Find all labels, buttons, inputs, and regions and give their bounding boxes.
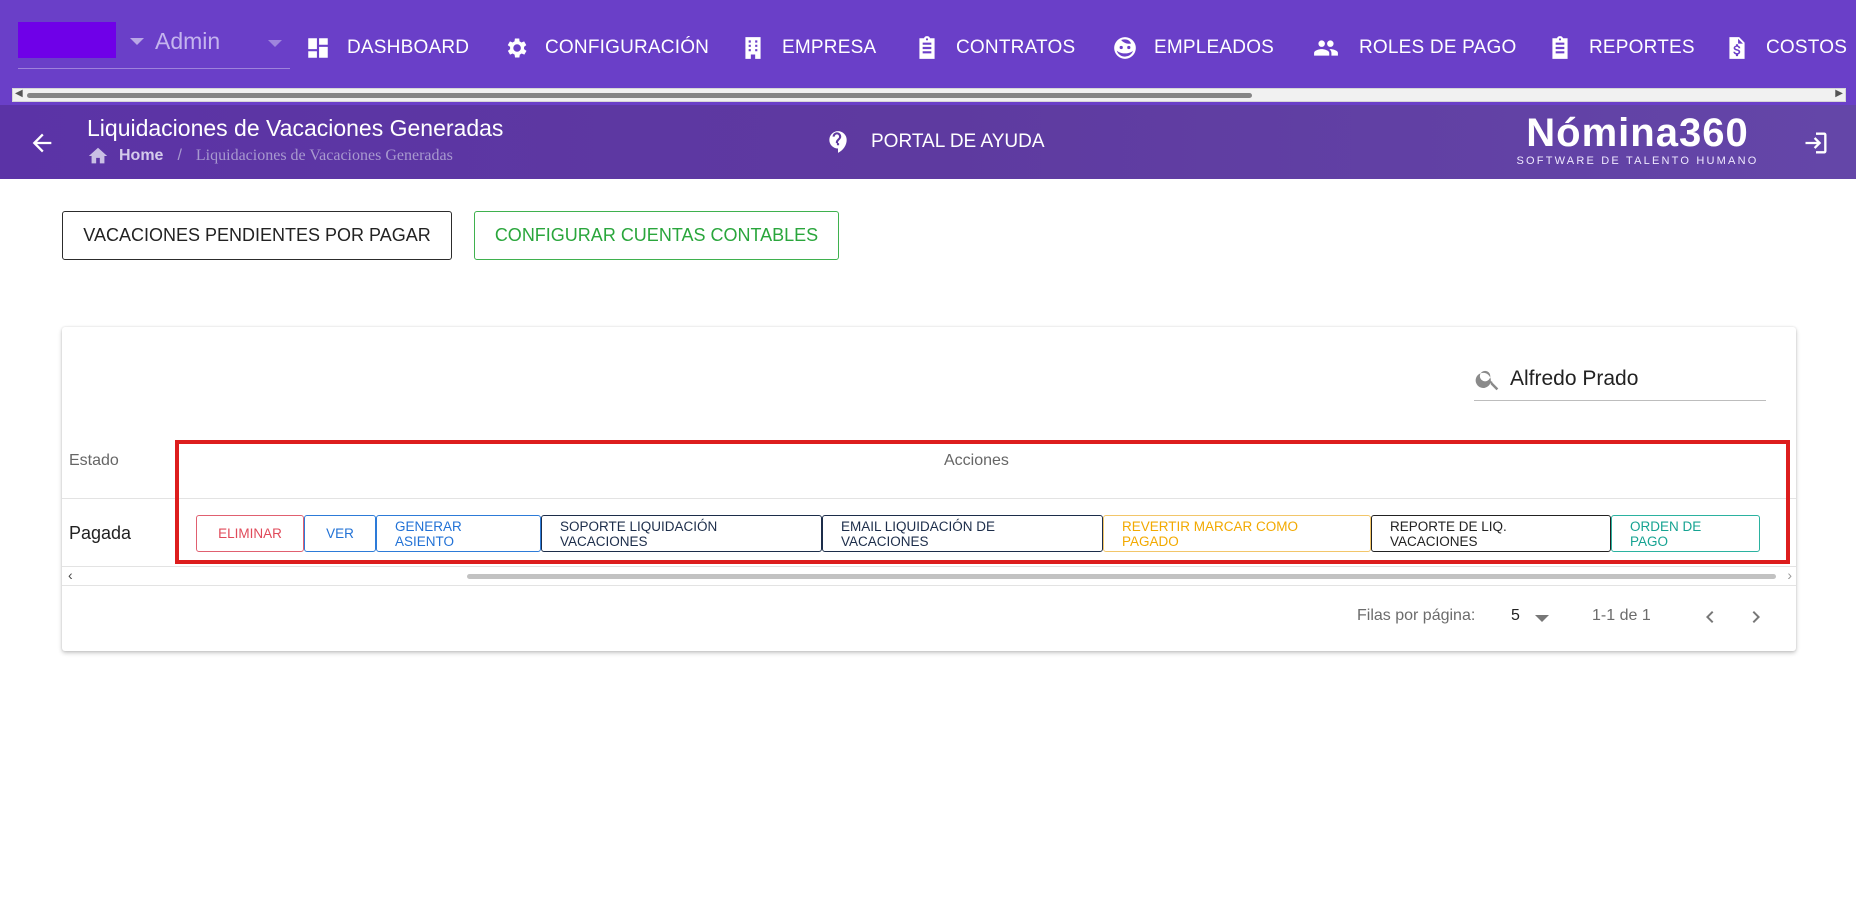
nav-empleados[interactable]: EMPLEADOS — [1112, 30, 1274, 66]
nav-label: DASHBOARD — [347, 37, 470, 58]
scroll-right-icon[interactable]: › — [1787, 567, 1792, 583]
people-icon — [1314, 40, 1338, 56]
nav-label: EMPLEADOS — [1154, 37, 1275, 58]
help-portal-link[interactable]: PORTAL DE AYUDA — [825, 129, 1045, 155]
back-button[interactable] — [28, 129, 56, 157]
liquidation-report-button[interactable]: REPORTE DE LIQ. VACACIONES — [1371, 515, 1611, 552]
configure-accounts-button[interactable]: CONFIGURAR CUENTAS CONTABLES — [474, 211, 839, 260]
cell-estado: Pagada — [69, 523, 132, 543]
page-header: Liquidaciones de Vacaciones Generadas Ho… — [0, 105, 1856, 179]
building-icon — [745, 37, 761, 59]
home-icon — [88, 147, 108, 164]
support-document-button[interactable]: SOPORTE LIQUIDACIÓN VACACIONES — [541, 515, 822, 552]
chevron-left-icon — [1706, 611, 1714, 623]
breadcrumb: Home / Liquidaciones de Vacaciones Gener… — [87, 145, 453, 167]
pending-vacations-button[interactable]: VACACIONES PENDIENTES POR PAGAR — [62, 211, 452, 260]
brand-logo: Nómina360 SOFTWARE DE TALENTO HUMANO — [1515, 111, 1760, 167]
column-header-estado[interactable]: Estado — [69, 452, 119, 470]
scroll-right-arrow-icon[interactable]: ▶ — [1835, 88, 1843, 99]
chevron-down-icon[interactable] — [268, 40, 282, 47]
delete-button[interactable]: ELIMINAR — [196, 515, 304, 552]
nav-label: COSTOS — [1766, 37, 1848, 58]
email-liquidation-button[interactable]: EMAIL LIQUIDACIÓN DE VACACIONES — [822, 515, 1103, 552]
rows-per-page-select[interactable]: 5 — [1511, 607, 1520, 625]
footer-divider — [62, 585, 1796, 586]
breadcrumb-home[interactable]: Home — [119, 147, 163, 165]
revert-paid-button[interactable]: REVERTIR MARCAR COMO PAGADO — [1103, 515, 1371, 552]
rows-per-page-label: Filas por página: — [1357, 607, 1476, 624]
nav-horizontal-scrollbar[interactable]: ◀ ▶ — [12, 88, 1846, 102]
top-navigation: Admin DASHBOARD CONFIGURACIÓN EMPRESA CO… — [0, 0, 1856, 105]
brand-tagline: SOFTWARE DE TALENTO HUMANO — [1516, 155, 1759, 167]
logout-icon — [1805, 132, 1827, 154]
data-table-card: Estado Acciones Pagada ELIMINAR VER GENE… — [62, 327, 1796, 651]
header-divider — [62, 498, 1796, 499]
payment-order-button[interactable]: ORDEN DE PAGO — [1611, 515, 1760, 552]
scroll-left-icon[interactable]: ‹ — [68, 567, 73, 583]
search-icon — [1475, 370, 1499, 390]
scroll-left-arrow-icon[interactable]: ◀ — [15, 88, 23, 99]
gear-icon — [507, 38, 527, 58]
generate-entry-button[interactable]: GENERAR ASIENTO — [376, 515, 541, 552]
organization-color-swatch[interactable] — [18, 22, 116, 58]
organization-select-underline — [18, 68, 290, 69]
help-icon — [829, 131, 847, 153]
arrow-left-icon — [32, 133, 52, 153]
pagination-range: 1-1 de 1 — [1592, 607, 1651, 624]
help-label: PORTAL DE AYUDA — [871, 131, 1045, 152]
nav-label: ROLES DE PAGO — [1359, 37, 1517, 58]
dollar-file-icon — [1729, 37, 1745, 59]
nav-label: EMPRESA — [782, 37, 877, 58]
next-page-button[interactable] — [1744, 605, 1768, 629]
clipboard-list-icon — [1552, 36, 1568, 59]
nav-empresa[interactable]: EMPRESA — [740, 30, 876, 66]
chevron-right-icon — [1752, 611, 1760, 623]
nav-label: CONFIGURACIÓN — [545, 37, 710, 58]
previous-page-button[interactable] — [1698, 605, 1722, 629]
nav-contratos[interactable]: CONTRATOS — [914, 30, 1075, 66]
chevron-down-icon[interactable] — [1535, 615, 1549, 622]
nav-dashboard[interactable]: DASHBOARD — [305, 30, 469, 66]
nav-label: CONTRATOS — [956, 37, 1076, 58]
nav-configuracion[interactable]: CONFIGURACIÓN — [503, 30, 709, 66]
chevron-down-icon[interactable] — [130, 38, 144, 45]
breadcrumb-current: Liquidaciones de Vacaciones Generadas — [195, 147, 453, 164]
organization-select[interactable]: Admin — [155, 28, 220, 55]
nav-label: REPORTES — [1589, 37, 1695, 58]
row-actions: ELIMINAR VER GENERAR ASIENTO SOPORTE LIQ… — [196, 515, 1760, 552]
view-button[interactable]: VER — [304, 515, 376, 552]
table-horizontal-scrollbar[interactable]: ‹ › — [62, 567, 1796, 583]
logout-button[interactable] — [1802, 129, 1830, 162]
search-field[interactable] — [1474, 357, 1766, 401]
scrollbar-thumb[interactable] — [467, 574, 1776, 579]
dashboard-icon — [308, 38, 328, 58]
nav-reportes[interactable]: REPORTES — [1547, 30, 1695, 66]
nav-costos[interactable]: COSTOS — [1724, 30, 1847, 66]
column-header-acciones: Acciones — [944, 452, 1009, 469]
scrollbar-thumb[interactable] — [27, 93, 1252, 98]
clipboard-icon — [919, 36, 935, 59]
face-icon — [1114, 37, 1136, 59]
breadcrumb-separator: / — [177, 147, 182, 164]
row-divider — [62, 566, 1796, 567]
page-title: Liquidaciones de Vacaciones Generadas — [87, 115, 504, 141]
brand-name: Nómina360 — [1526, 111, 1749, 155]
search-input[interactable] — [1510, 366, 1750, 391]
nav-roles-de-pago[interactable]: ROLES DE PAGO — [1309, 30, 1516, 66]
